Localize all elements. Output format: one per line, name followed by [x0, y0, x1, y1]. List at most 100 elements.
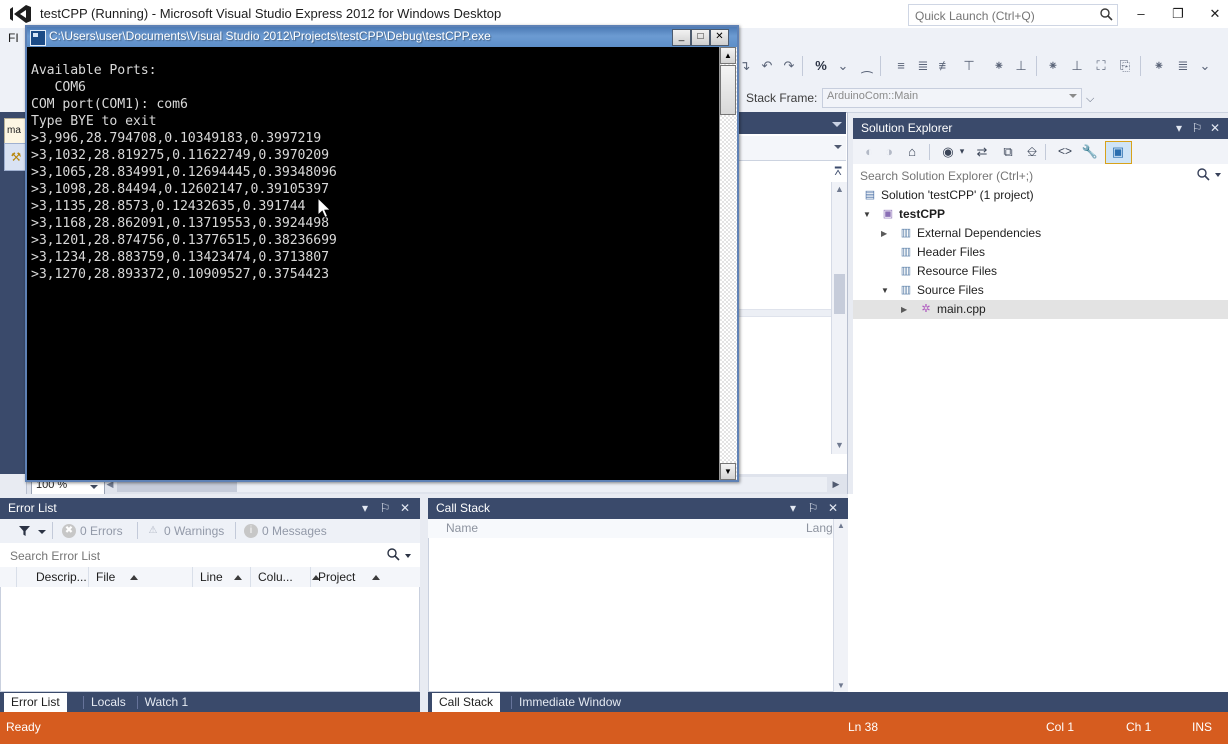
pin-icon[interactable]: ⚐ — [806, 501, 820, 516]
lock-controls-icon[interactable]: ⁕ — [1150, 57, 1168, 75]
call-stack-vertical-scrollbar[interactable]: ▲ ▼ — [833, 519, 848, 692]
breakpoint-icon[interactable]: ⁔ — [858, 57, 876, 75]
tab-immediate-window[interactable]: Immediate Window — [512, 693, 628, 712]
size-to-fit-icon[interactable]: ⛶ — [1092, 57, 1110, 75]
scroll-right-icon[interactable]: ▶ — [829, 477, 843, 492]
solution-explorer-search-row[interactable] — [853, 164, 1228, 187]
restore-button[interactable]: ❐ — [1165, 4, 1191, 24]
column-divider[interactable] — [192, 567, 193, 587]
scroll-up-icon[interactable]: ▲ — [720, 47, 736, 64]
search-input[interactable] — [858, 166, 1192, 185]
search-input[interactable] — [8, 546, 372, 565]
errors-count[interactable]: 0 Errors — [80, 524, 123, 538]
scroll-up-icon[interactable]: ▲ — [832, 182, 847, 196]
align-right-icon[interactable]: ≢ — [936, 57, 954, 75]
column-header-lang[interactable]: Lang — [806, 521, 833, 535]
home-icon[interactable]: ⌂ — [903, 143, 921, 160]
step-over-icon[interactable]: ↶ — [758, 57, 776, 75]
error-list-rows[interactable] — [0, 587, 420, 692]
tree-item-header-files[interactable]: ▥ Header Files — [853, 243, 1228, 262]
column-header-line[interactable]: Line — [200, 570, 223, 584]
tree-item-main-cpp[interactable]: ✲ main.cpp — [853, 300, 1228, 319]
toolbar-overflow-icon[interactable]: ⌵ — [1086, 93, 1094, 106]
tree-item-resource-files[interactable]: ▥ Resource Files — [853, 262, 1228, 281]
error-list-search-row[interactable] — [0, 543, 420, 568]
chevron-down-icon[interactable] — [1215, 173, 1221, 177]
scrollbar-thumb[interactable] — [720, 65, 736, 115]
editor-tab-chevron-down-icon[interactable] — [832, 122, 842, 127]
scroll-up-icon[interactable]: ▲ — [834, 519, 848, 532]
error-list-column-headers[interactable]: Descrip... File Line Colu... Project — [0, 567, 420, 588]
console-maximize-button[interactable]: □ — [691, 29, 710, 46]
center-horizontally-icon[interactable]: ⊥ — [1068, 57, 1086, 75]
close-icon[interactable]: ✕ — [826, 501, 840, 516]
forward-icon[interactable]: ◑ — [881, 143, 897, 160]
expander-open-icon[interactable] — [863, 205, 872, 224]
tab-watch-1[interactable]: Watch 1 — [138, 693, 196, 712]
panel-menu-icon[interactable]: ▾ — [358, 501, 372, 516]
tab-call-stack[interactable]: Call Stack — [432, 693, 501, 712]
sort-ascending-icon[interactable] — [234, 575, 242, 580]
hex-display-icon[interactable]: % — [812, 57, 830, 75]
menu-item-file[interactable]: FI — [8, 31, 19, 45]
sort-ascending-icon[interactable] — [130, 575, 138, 580]
filter-icon[interactable] — [18, 524, 31, 540]
align-left-icon[interactable]: ≡ — [892, 57, 910, 75]
scroll-down-icon[interactable]: ▼ — [832, 438, 847, 452]
align-center-icon[interactable]: ≣ — [914, 57, 932, 75]
tree-item-testcpp[interactable]: ▣ testCPP — [853, 205, 1228, 224]
scrollbar-thumb[interactable] — [834, 274, 845, 314]
column-header-colu[interactable]: Colu... — [258, 570, 293, 584]
column-divider[interactable] — [250, 567, 251, 587]
expander-closed-icon[interactable] — [881, 224, 890, 243]
editor-member-dropdown-icon[interactable] — [834, 145, 842, 149]
sync-icon[interactable]: ⇄ — [973, 143, 991, 160]
column-divider[interactable] — [16, 567, 17, 587]
chevron-down-icon[interactable]: ▾ — [957, 143, 967, 160]
column-divider[interactable] — [88, 567, 89, 587]
dropdown-small-icon[interactable]: ⌄ — [834, 57, 852, 75]
tab-order-icon[interactable]: ⎘ — [1116, 57, 1134, 75]
pin-icon[interactable]: ⚐ — [1190, 121, 1204, 136]
expander-open-icon[interactable] — [881, 281, 890, 300]
space-horizontally-icon[interactable]: ⁕ — [1044, 57, 1062, 75]
quick-launch-box[interactable] — [908, 4, 1118, 26]
step-into-icon[interactable]: ↷ — [780, 57, 798, 75]
scroll-down-icon[interactable]: ▼ — [720, 463, 736, 480]
tree-item-solution-testcpp-1-project[interactable]: ▤ Solution 'testCPP' (1 project) — [853, 186, 1228, 205]
properties-icon[interactable]: ⎒ — [1023, 143, 1041, 160]
pending-changes-icon[interactable]: ◉ — [937, 143, 959, 160]
editor-split-handle[interactable]: ⩞ — [831, 164, 845, 180]
column-header-name[interactable]: Name — [446, 521, 478, 535]
close-button[interactable]: ✕ — [1202, 4, 1228, 24]
console-minimize-button[interactable]: _ — [672, 29, 691, 46]
close-icon[interactable]: ✕ — [1208, 121, 1222, 136]
close-icon[interactable]: ✕ — [398, 501, 412, 516]
tab-locals[interactable]: Locals — [84, 693, 133, 712]
column-header-descrip[interactable]: Descrip... — [36, 570, 87, 584]
console-output-area[interactable]: Available Ports: COM6 COM port(COM1): co… — [27, 47, 720, 480]
more-tools-icon[interactable]: ⌄ — [1196, 57, 1214, 75]
pin-icon[interactable]: ⚐ — [378, 501, 392, 516]
scroll-down-icon[interactable]: ▼ — [834, 679, 848, 692]
console-vertical-scrollbar[interactable]: ▲ ▼ — [719, 47, 737, 480]
tab-error-list[interactable]: Error List — [4, 693, 67, 712]
test-icon[interactable]: ≣ — [1174, 57, 1192, 75]
editor-vertical-scrollbar[interactable]: ▲ ▼ — [831, 182, 847, 454]
panel-menu-icon[interactable]: ▾ — [786, 501, 800, 516]
align-top-icon[interactable]: ⊤ — [960, 57, 978, 75]
sort-ascending-icon[interactable] — [371, 575, 380, 580]
call-stack-column-headers[interactable]: Name Lang — [428, 519, 848, 539]
wrench-icon[interactable]: 🔧 — [1081, 143, 1099, 160]
right-tool-window-tabs[interactable]: Call Stack Immediate Window — [428, 692, 848, 712]
console-title-bar[interactable]: C:\Users\user\Documents\Visual Studio 20… — [27, 27, 737, 47]
tree-item-external-dependencies[interactable]: ▥ External Dependencies — [853, 224, 1228, 243]
column-divider[interactable] — [310, 567, 311, 587]
refresh-icon[interactable]: ⧉ — [999, 143, 1017, 160]
stack-frame-combo[interactable]: ArduinoCom::Main — [822, 88, 1082, 108]
console-window[interactable]: C:\Users\user\Documents\Visual Studio 20… — [25, 25, 739, 482]
align-bottom-icon[interactable]: ⊥ — [1012, 57, 1030, 75]
back-icon[interactable]: ◐ — [861, 143, 877, 160]
tree-item-source-files[interactable]: ▥ Source Files — [853, 281, 1228, 300]
align-middle-icon[interactable]: ⁕ — [990, 57, 1008, 75]
